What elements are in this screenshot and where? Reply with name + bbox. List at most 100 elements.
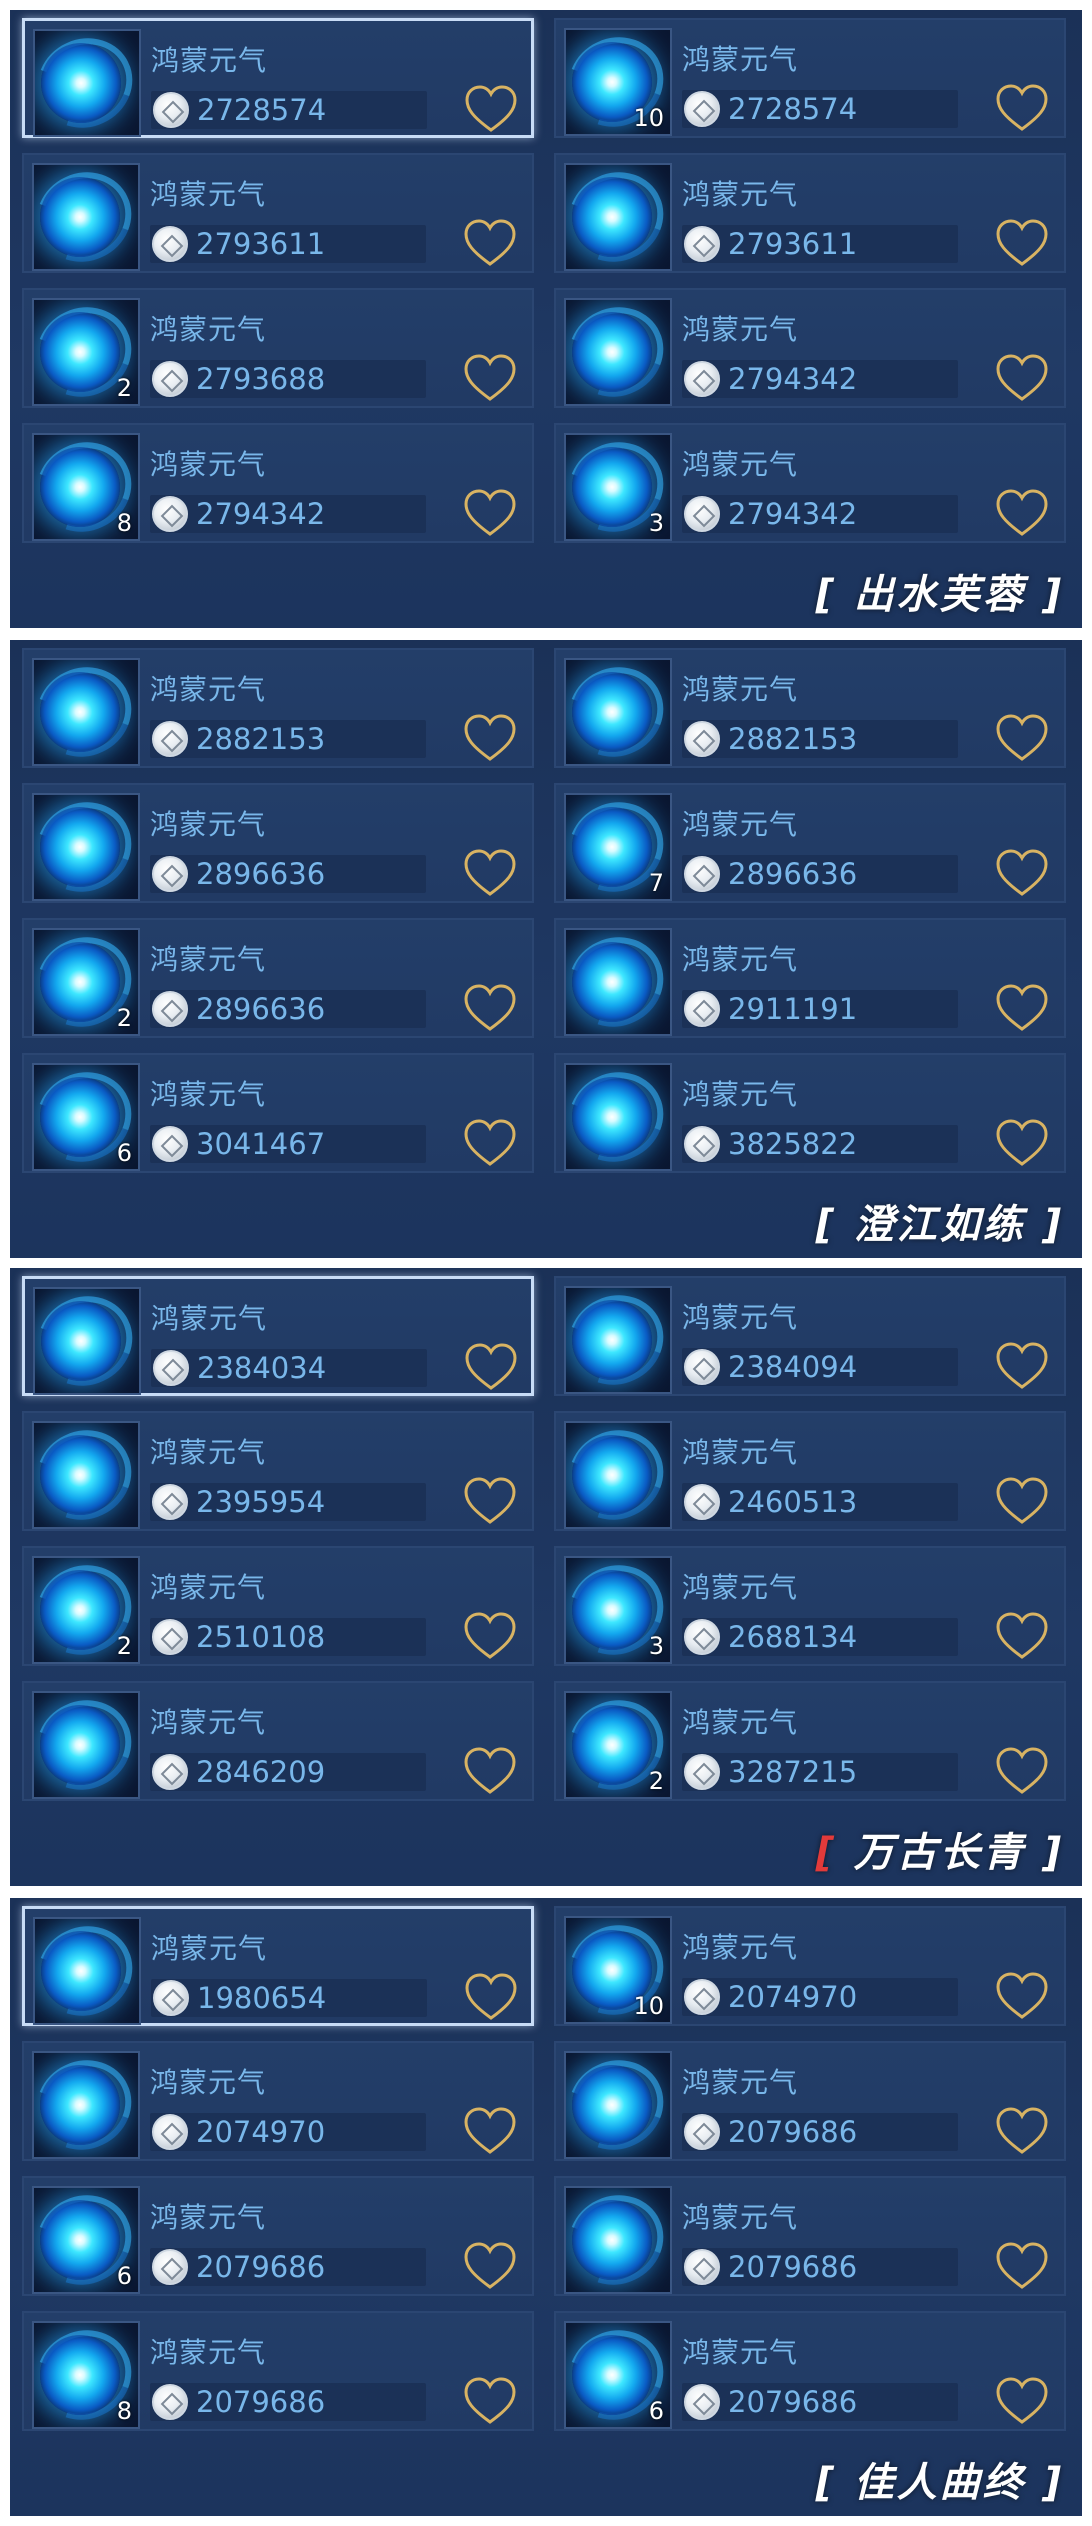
favorite-heart-icon[interactable] (994, 1610, 1050, 1662)
section-title: [ 万古长青 ] (816, 1820, 1064, 1878)
favorite-heart-icon[interactable] (462, 1475, 518, 1527)
item-card[interactable]: 2 鸿蒙元气 2793688 (22, 288, 534, 408)
favorite-heart-icon[interactable] (462, 217, 518, 269)
item-card[interactable]: 鸿蒙元气 2846209 (22, 1681, 534, 1801)
favorite-heart-icon[interactable] (463, 83, 519, 135)
price-bar: 2384094 (682, 1348, 958, 1386)
item-card[interactable]: 10 鸿蒙元气 2074970 (554, 1906, 1066, 2026)
favorite-heart-icon[interactable] (994, 1475, 1050, 1527)
item-name: 鸿蒙元气 (151, 44, 268, 77)
item-price: 2882153 (196, 722, 326, 756)
right-bracket: ] (1025, 572, 1064, 618)
favorite-heart-icon[interactable] (994, 2375, 1050, 2427)
item-card[interactable]: 鸿蒙元气 2882153 (22, 648, 534, 768)
favorite-heart-icon[interactable] (994, 1970, 1050, 2022)
item-price: 2079686 (728, 2250, 858, 2284)
favorite-heart-icon[interactable] (994, 712, 1050, 764)
energy-orb-icon (572, 1435, 652, 1515)
item-card[interactable]: 鸿蒙元气 2079686 (554, 2176, 1066, 2296)
item-name: 鸿蒙元气 (150, 808, 267, 841)
favorite-heart-icon[interactable] (462, 1610, 518, 1662)
favorite-heart-icon[interactable] (994, 217, 1050, 269)
item-card[interactable]: 3 鸿蒙元气 2794342 (554, 423, 1066, 543)
favorite-heart-icon[interactable] (994, 487, 1050, 539)
favorite-heart-icon[interactable] (462, 2240, 518, 2292)
favorite-heart-icon[interactable] (462, 352, 518, 404)
left-bracket: [ (815, 1202, 854, 1248)
favorite-heart-icon[interactable] (994, 352, 1050, 404)
item-card[interactable]: 2 鸿蒙元气 2510108 (22, 1546, 534, 1666)
item-price: 2074970 (728, 1980, 858, 2014)
favorite-heart-icon[interactable] (463, 1341, 519, 1393)
item-price: 2896636 (728, 857, 858, 891)
item-price: 2384094 (728, 1350, 858, 1384)
item-card[interactable]: 10 鸿蒙元气 2728574 (554, 18, 1066, 138)
favorite-heart-icon[interactable] (994, 1117, 1050, 1169)
item-name: 鸿蒙元气 (682, 2336, 799, 2369)
item-card[interactable]: 鸿蒙元气 2074970 (22, 2041, 534, 2161)
favorite-heart-icon[interactable] (462, 2105, 518, 2157)
favorite-heart-icon[interactable] (463, 1971, 519, 2023)
item-card[interactable]: 鸿蒙元气 2793611 (554, 153, 1066, 273)
item-card[interactable]: 鸿蒙元气 2384094 (554, 1276, 1066, 1396)
item-card[interactable]: 鸿蒙元气 2911191 (554, 918, 1066, 1038)
energy-orb-icon (40, 177, 120, 257)
item-price: 2793688 (196, 362, 326, 396)
item-card[interactable]: 鸿蒙元气 2882153 (554, 648, 1066, 768)
price-bar: 2896636 (682, 855, 958, 893)
favorite-heart-icon[interactable] (462, 1117, 518, 1169)
section-title-text: 佳人曲终 (853, 2460, 1026, 2506)
item-price: 2794342 (728, 362, 858, 396)
price-bar: 3287215 (682, 1753, 958, 1791)
item-card[interactable]: 6 鸿蒙元气 2079686 (554, 2311, 1066, 2431)
silver-coin-icon (684, 2114, 720, 2150)
energy-orb-icon (572, 177, 652, 257)
item-card[interactable]: 鸿蒙元气 2728574 (22, 18, 534, 138)
favorite-heart-icon[interactable] (462, 2375, 518, 2427)
item-card[interactable]: 鸿蒙元气 1980654 (22, 1906, 534, 2026)
favorite-heart-icon[interactable] (994, 982, 1050, 1034)
favorite-heart-icon[interactable] (994, 1340, 1050, 1392)
item-card[interactable]: 鸿蒙元气 2793611 (22, 153, 534, 273)
right-bracket: ] (1025, 1830, 1064, 1876)
favorite-heart-icon[interactable] (994, 2105, 1050, 2157)
silver-coin-icon (152, 1619, 188, 1655)
item-card[interactable]: 鸿蒙元气 2896636 (22, 783, 534, 903)
silver-coin-icon (152, 496, 188, 532)
item-card[interactable]: 鸿蒙元气 2079686 (554, 2041, 1066, 2161)
item-card[interactable]: 鸿蒙元气 3825822 (554, 1053, 1066, 1173)
price-bar: 2882153 (150, 720, 426, 758)
item-card[interactable]: 鸿蒙元气 2384034 (22, 1276, 534, 1396)
item-card[interactable]: 鸿蒙元气 2794342 (554, 288, 1066, 408)
item-card[interactable]: 6 鸿蒙元气 3041467 (22, 1053, 534, 1173)
favorite-heart-icon[interactable] (994, 2240, 1050, 2292)
silver-coin-icon (684, 991, 720, 1027)
item-card[interactable]: 2 鸿蒙元气 2896636 (22, 918, 534, 1038)
favorite-heart-icon[interactable] (462, 982, 518, 1034)
favorite-heart-icon[interactable] (462, 712, 518, 764)
favorite-heart-icon[interactable] (462, 1745, 518, 1797)
item-card[interactable]: 3 鸿蒙元气 2688134 (554, 1546, 1066, 1666)
item-card[interactable]: 8 鸿蒙元气 2079686 (22, 2311, 534, 2431)
price-bar: 2688134 (682, 1618, 958, 1656)
item-card[interactable]: 2 鸿蒙元气 3287215 (554, 1681, 1066, 1801)
item-name: 鸿蒙元气 (682, 1706, 799, 1739)
favorite-heart-icon[interactable] (994, 1745, 1050, 1797)
item-card[interactable]: 7 鸿蒙元气 2896636 (554, 783, 1066, 903)
item-name: 鸿蒙元气 (682, 448, 799, 481)
item-card[interactable]: 鸿蒙元气 2460513 (554, 1411, 1066, 1531)
item-card[interactable]: 6 鸿蒙元气 2079686 (22, 2176, 534, 2296)
item-name: 鸿蒙元气 (150, 1571, 267, 1604)
energy-orb-icon (572, 1077, 652, 1157)
favorite-heart-icon[interactable] (462, 847, 518, 899)
item-card[interactable]: 鸿蒙元气 2395954 (22, 1411, 534, 1531)
energy-orb-icon (572, 2200, 652, 2280)
item-card[interactable]: 8 鸿蒙元气 2794342 (22, 423, 534, 543)
price-bar: 2079686 (150, 2383, 426, 2421)
item-price: 2846209 (196, 1755, 326, 1789)
energy-orb-icon (572, 807, 652, 887)
favorite-heart-icon[interactable] (994, 847, 1050, 899)
favorite-heart-icon[interactable] (994, 82, 1050, 134)
favorite-heart-icon[interactable] (462, 487, 518, 539)
price-bar: 2896636 (150, 990, 426, 1028)
